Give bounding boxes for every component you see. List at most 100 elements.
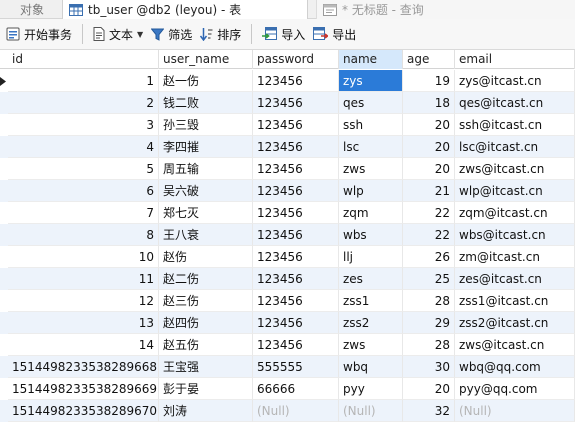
cell-id[interactable]: 1514498233538289669 bbox=[8, 378, 159, 400]
cell-age[interactable]: 30 bbox=[403, 356, 455, 378]
cell-email[interactable]: wlp@itcast.cn bbox=[455, 180, 575, 202]
table-row[interactable]: 4 李四摧 123456 lsc 20 lsc@itcast.cn bbox=[0, 136, 575, 158]
cell-age[interactable]: 22 bbox=[403, 202, 455, 224]
cell-password[interactable]: 123456 bbox=[253, 158, 339, 180]
cell-user-name[interactable]: 孙三毁 bbox=[159, 114, 253, 136]
sort-button[interactable]: 排序 bbox=[196, 22, 245, 46]
cell-user-name[interactable]: 钱二败 bbox=[159, 92, 253, 114]
cell-email[interactable]: zys@itcast.cn bbox=[455, 70, 575, 92]
cell-user-name[interactable]: 赵伤 bbox=[159, 246, 253, 268]
cell-id[interactable]: 12 bbox=[8, 290, 159, 312]
table-row[interactable]: 1 赵一伤 123456 zys 19 zys@itcast.cn bbox=[0, 70, 575, 92]
table-row[interactable]: 10 赵伤 123456 llj 26 zm@itcast.cn bbox=[0, 246, 575, 268]
cell-id[interactable]: 11 bbox=[8, 268, 159, 290]
table-row[interactable]: 12 赵三伤 123456 zss1 28 zss1@itcast.cn bbox=[0, 290, 575, 312]
table-row[interactable]: 1514498233538289670 刘涛 (Null) (Null) 32 (Null… bbox=[0, 400, 575, 422]
cell-user-name[interactable]: 吴六破 bbox=[159, 180, 253, 202]
cell-user-name[interactable]: 郑七灭 bbox=[159, 202, 253, 224]
cell-user-name[interactable]: 周五输 bbox=[159, 158, 253, 180]
cell-age[interactable]: 21 bbox=[403, 180, 455, 202]
cell-age[interactable]: 28 bbox=[403, 334, 455, 356]
cell-age[interactable]: 26 bbox=[403, 246, 455, 268]
cell-name[interactable]: wlp bbox=[339, 180, 403, 202]
cell-password[interactable]: 555555 bbox=[253, 356, 339, 378]
data-grid[interactable]: id user_name password name age email 1 赵一伤 1234… bbox=[0, 50, 575, 434]
cell-age[interactable]: 32 bbox=[403, 400, 455, 422]
filter-button[interactable]: 筛选 bbox=[147, 22, 196, 46]
table-row[interactable]: 1514498233538289669 彭于晏 66666 pyy 20 pyy@qq.c… bbox=[0, 378, 575, 400]
cell-name[interactable]: pyy bbox=[339, 378, 403, 400]
cell-email[interactable]: (Null) bbox=[455, 400, 575, 422]
cell-id[interactable]: 1 bbox=[8, 70, 159, 92]
cell-password[interactable]: 123456 bbox=[253, 202, 339, 224]
import-button[interactable]: 导入 bbox=[258, 22, 309, 46]
export-button[interactable]: 导出 bbox=[309, 22, 360, 46]
cell-age[interactable]: 20 bbox=[403, 378, 455, 400]
cell-user-name[interactable]: 王宝强 bbox=[159, 356, 253, 378]
cell-age[interactable]: 25 bbox=[403, 268, 455, 290]
cell-name[interactable]: wbq bbox=[339, 356, 403, 378]
table-row[interactable]: 13 赵四伤 123456 zss2 29 zss2@itcast.cn bbox=[0, 312, 575, 334]
cell-id[interactable]: 14 bbox=[8, 334, 159, 356]
cell-id[interactable]: 3 bbox=[8, 114, 159, 136]
cell-id[interactable]: 13 bbox=[8, 312, 159, 334]
cell-password[interactable]: 123456 bbox=[253, 246, 339, 268]
cell-email[interactable]: lsc@itcast.cn bbox=[455, 136, 575, 158]
cell-email[interactable]: zws@itcast.cn bbox=[455, 334, 575, 356]
cell-password[interactable]: 123456 bbox=[253, 224, 339, 246]
table-row[interactable]: 1514498233538289668 王宝强 555555 wbq 30 wbq@qq.… bbox=[0, 356, 575, 378]
cell-user-name[interactable]: 赵一伤 bbox=[159, 70, 253, 92]
cell-email[interactable]: zss2@itcast.cn bbox=[455, 312, 575, 334]
cell-id[interactable]: 4 bbox=[8, 136, 159, 158]
column-header-id[interactable]: id bbox=[0, 50, 159, 69]
cell-age[interactable]: 20 bbox=[403, 136, 455, 158]
column-header-user-name[interactable]: user_name bbox=[159, 50, 253, 69]
table-row[interactable]: 8 王八衰 123456 wbs 22 wbs@itcast.cn bbox=[0, 224, 575, 246]
cell-name[interactable]: wbs bbox=[339, 224, 403, 246]
cell-age[interactable]: 19 bbox=[403, 70, 455, 92]
cell-id[interactable]: 2 bbox=[8, 92, 159, 114]
cell-email[interactable]: wbs@itcast.cn bbox=[455, 224, 575, 246]
cell-id[interactable]: 1514498233538289668 bbox=[8, 356, 159, 378]
cell-password[interactable]: 66666 bbox=[253, 378, 339, 400]
cell-password[interactable]: 123456 bbox=[253, 268, 339, 290]
cell-name[interactable]: lsc bbox=[339, 136, 403, 158]
cell-name[interactable]: zws bbox=[339, 334, 403, 356]
cell-user-name[interactable]: 刘涛 bbox=[159, 400, 253, 422]
cell-age[interactable]: 18 bbox=[403, 92, 455, 114]
column-header-name[interactable]: name bbox=[339, 50, 403, 69]
cell-password[interactable]: 123456 bbox=[253, 70, 339, 92]
cell-email[interactable]: pyy@qq.com bbox=[455, 378, 575, 400]
table-row[interactable]: 11 赵二伤 123456 zes 25 zes@itcast.cn bbox=[0, 268, 575, 290]
cell-age[interactable]: 20 bbox=[403, 114, 455, 136]
cell-password[interactable]: 123456 bbox=[253, 334, 339, 356]
table-row[interactable]: 6 吴六破 123456 wlp 21 wlp@itcast.cn bbox=[0, 180, 575, 202]
table-row[interactable]: 7 郑七灭 123456 zqm 22 zqm@itcast.cn bbox=[0, 202, 575, 224]
cell-password[interactable]: (Null) bbox=[253, 400, 339, 422]
cell-email[interactable]: zss1@itcast.cn bbox=[455, 290, 575, 312]
cell-email[interactable]: zm@itcast.cn bbox=[455, 246, 575, 268]
table-row[interactable]: 3 孙三毁 123456 ssh 20 ssh@itcast.cn bbox=[0, 114, 575, 136]
cell-age[interactable]: 20 bbox=[403, 158, 455, 180]
cell-name[interactable]: zss1 bbox=[339, 290, 403, 312]
cell-id[interactable]: 8 bbox=[8, 224, 159, 246]
cell-age[interactable]: 28 bbox=[403, 290, 455, 312]
cell-email[interactable]: ssh@itcast.cn bbox=[455, 114, 575, 136]
cell-user-name[interactable]: 赵二伤 bbox=[159, 268, 253, 290]
cell-password[interactable]: 123456 bbox=[253, 312, 339, 334]
tab-table-tb-user[interactable]: tb_user @db2 (leyou) - 表 bbox=[62, 0, 308, 19]
cell-email[interactable]: qes@itcast.cn bbox=[455, 92, 575, 114]
cell-user-name[interactable]: 彭于晏 bbox=[159, 378, 253, 400]
table-row[interactable]: 14 赵五伤 123456 zws 28 zws@itcast.cn bbox=[0, 334, 575, 356]
cell-id[interactable]: 7 bbox=[8, 202, 159, 224]
tab-untitled-query[interactable]: * 无标题 - 查询 bbox=[316, 0, 575, 19]
table-row[interactable]: 5 周五输 123456 zws 20 zws@itcast.cn bbox=[0, 158, 575, 180]
cell-id[interactable]: 1514498233538289670 bbox=[8, 400, 159, 422]
begin-transaction-button[interactable]: 开始事务 bbox=[2, 22, 76, 46]
cell-id[interactable]: 10 bbox=[8, 246, 159, 268]
tab-objects[interactable]: 对象 bbox=[0, 0, 62, 19]
cell-user-name[interactable]: 赵五伤 bbox=[159, 334, 253, 356]
column-header-age[interactable]: age bbox=[403, 50, 455, 69]
chevron-down-icon[interactable]: ▼ bbox=[137, 30, 143, 39]
cell-email[interactable]: wbq@qq.com bbox=[455, 356, 575, 378]
